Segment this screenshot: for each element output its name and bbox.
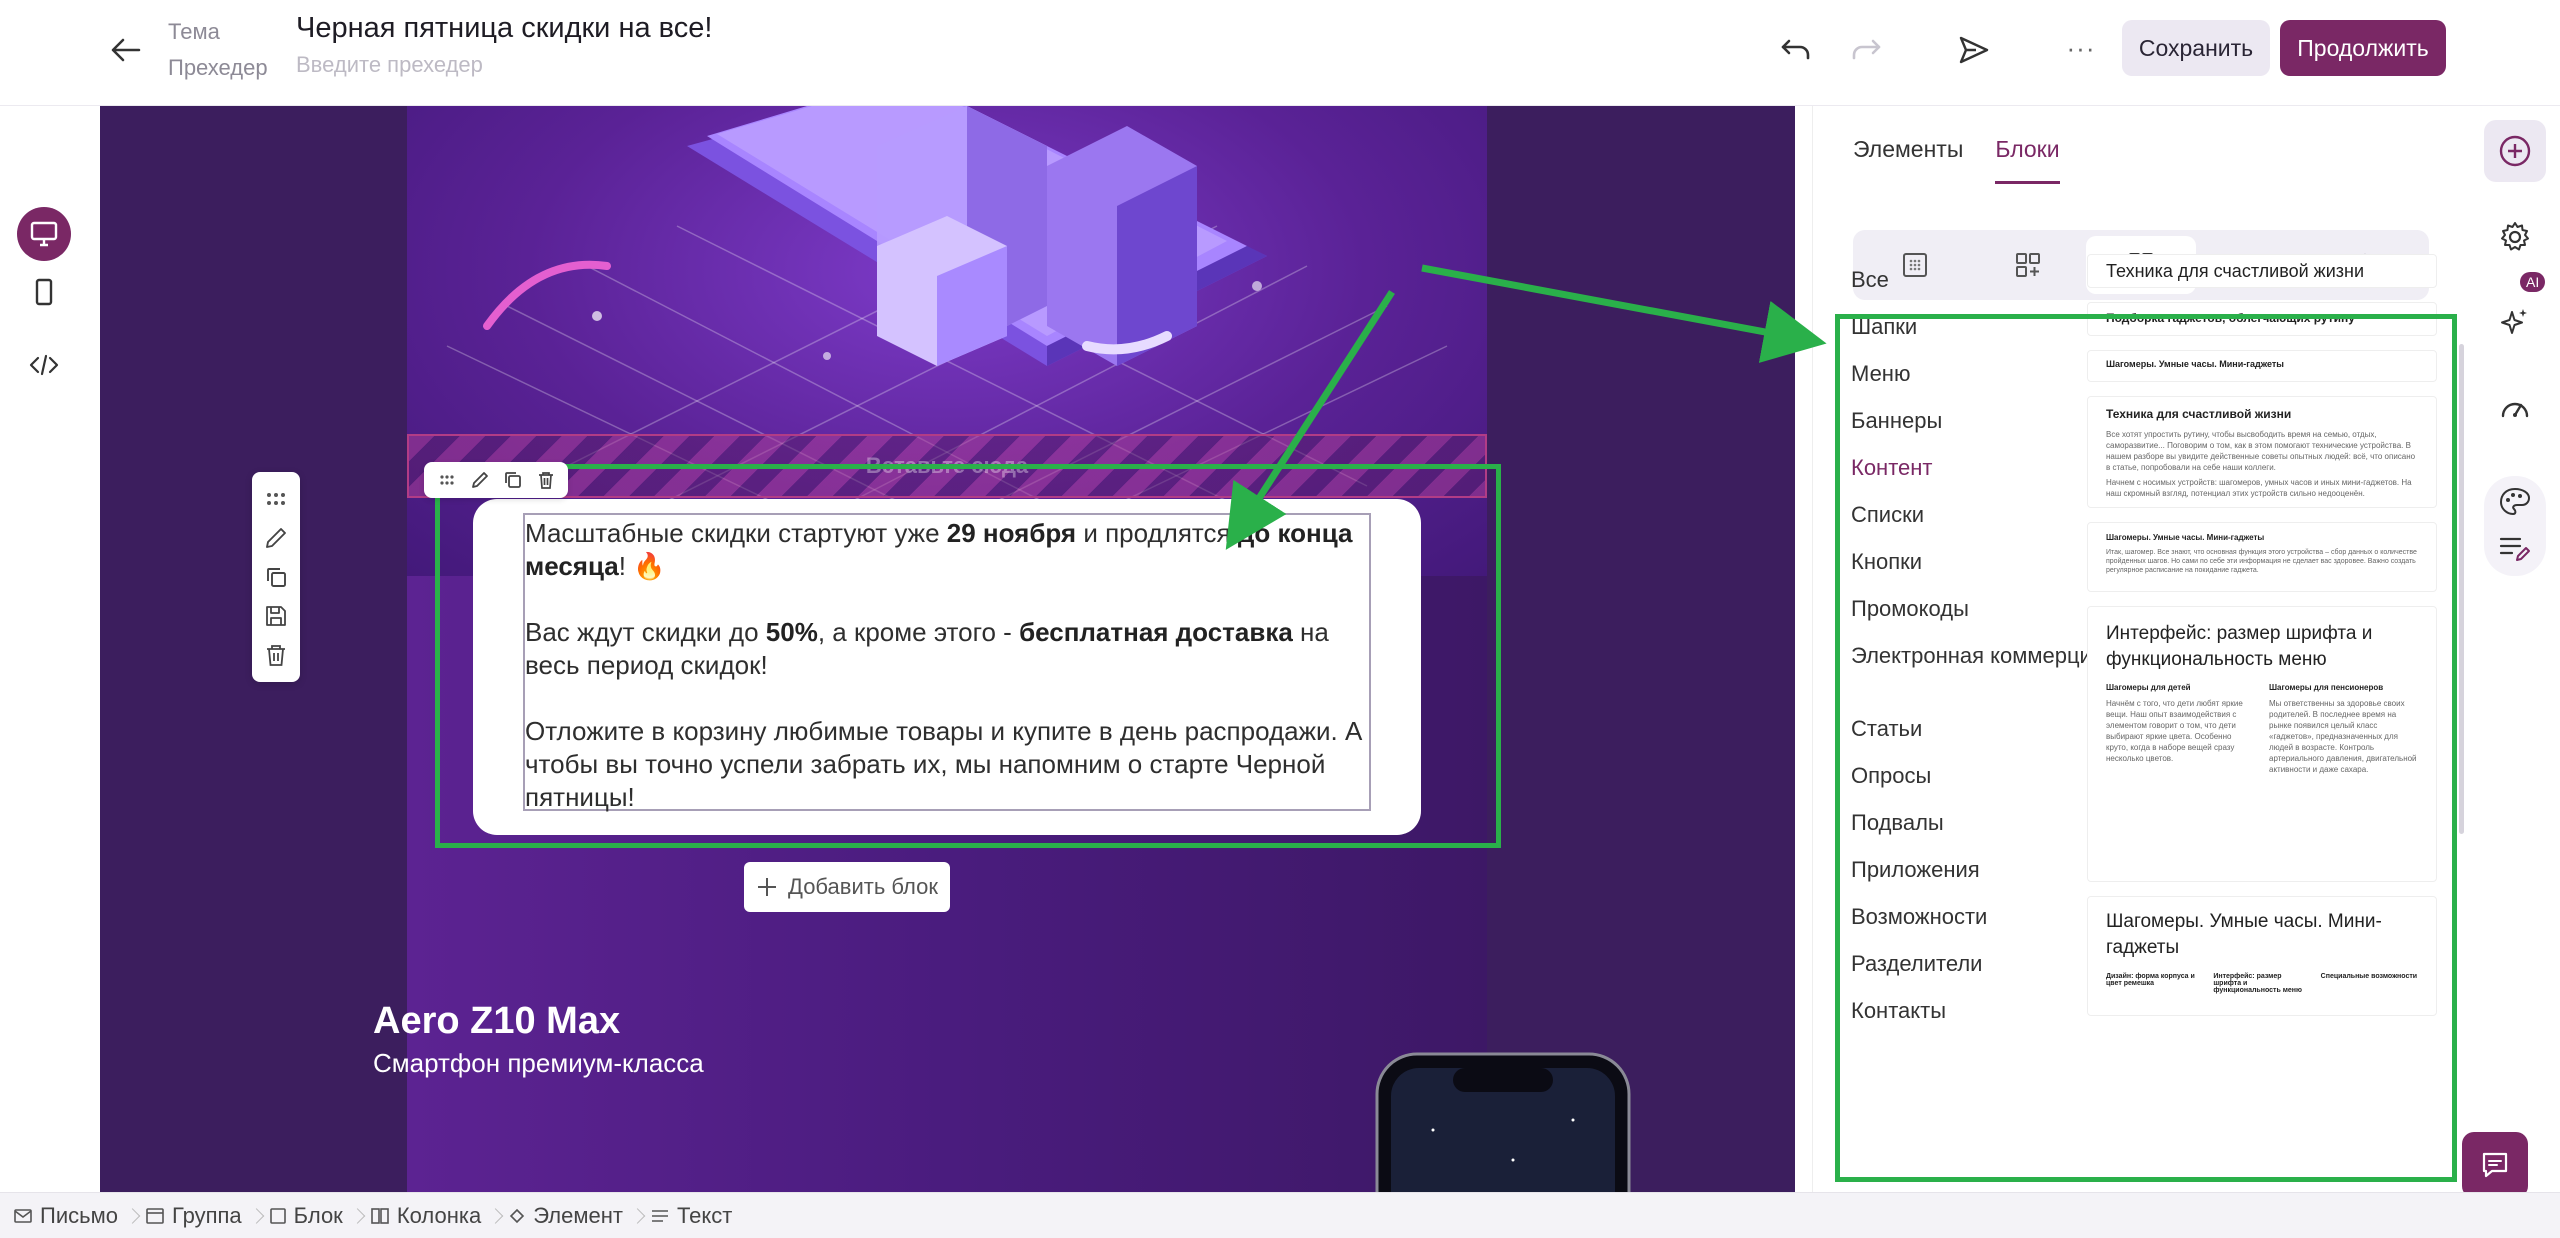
breadcrumb-label: Блок — [293, 1202, 343, 1228]
block-pencil-icon[interactable] — [260, 522, 292, 554]
category-item[interactable]: Все — [1851, 256, 2104, 303]
tab-elements[interactable]: Элементы — [1853, 136, 1963, 184]
ai-badge: AI — [2520, 272, 2546, 292]
drag-handle-icon[interactable] — [433, 466, 461, 494]
style-group — [2484, 476, 2546, 576]
chat-button[interactable] — [2462, 1132, 2528, 1198]
more-button[interactable]: ··· — [2056, 20, 2106, 76]
block-save-icon[interactable] — [260, 600, 292, 632]
desktop-view-button[interactable] — [17, 207, 71, 261]
text-edit-icon — [2499, 537, 2530, 561]
undo-button[interactable] — [1772, 26, 1820, 74]
breadcrumb: Письмо Группа Блок Колонка Элемент Текст — [0, 1192, 2560, 1238]
breadcrumb-item-group[interactable]: Группа — [146, 1203, 270, 1229]
breadcrumb-label: Письмо — [40, 1202, 118, 1228]
thumbnail-title: Техника для счастливой жизни — [2106, 261, 2364, 281]
chat-icon — [2482, 1152, 2508, 1178]
redo-button[interactable] — [1842, 26, 1890, 74]
breadcrumb-item-column[interactable]: Колонка — [371, 1203, 509, 1229]
add-block-button[interactable]: Добавить блок — [744, 862, 950, 912]
block-drag-handle-icon[interactable] — [260, 483, 292, 515]
ai-assistant-button[interactable] — [2484, 292, 2546, 354]
trash-icon[interactable] — [532, 466, 560, 494]
breadcrumb-item-text[interactable]: Текст — [651, 1203, 760, 1229]
code-view-button[interactable] — [17, 338, 71, 392]
settings-button[interactable] — [2484, 206, 2546, 268]
breadcrumb-item-element[interactable]: Элемент — [509, 1203, 651, 1229]
add-block-label: Добавить блок — [788, 874, 938, 899]
block-copy-icon[interactable] — [260, 561, 292, 593]
add-content-button[interactable] — [2484, 120, 2546, 182]
phone-illustration — [1375, 1052, 1631, 1192]
highlight-frame-library — [1835, 314, 2457, 1182]
desktop-icon — [30, 221, 58, 247]
mail-icon — [14, 1208, 32, 1223]
send-test-button[interactable] — [1950, 26, 1998, 74]
preheader-input[interactable] — [296, 52, 896, 78]
meta-labels: Тема Прехедер — [168, 14, 268, 86]
plus-icon — [758, 878, 777, 896]
breadcrumb-label: Текст — [676, 1202, 733, 1228]
pencil-icon[interactable] — [466, 466, 494, 494]
subject-field[interactable]: Черная пятница скидки на все! — [296, 8, 896, 48]
text-style-button[interactable] — [2498, 534, 2532, 569]
subject-label: Тема — [168, 19, 220, 44]
panel-scrollbar[interactable] — [2459, 344, 2464, 834]
product-subtitle[interactable]: Смартфон премиум-класса — [373, 1048, 704, 1079]
view-mode-rail — [0, 106, 100, 1192]
redo-icon — [1852, 39, 1881, 60]
sparkles-icon — [2501, 309, 2527, 334]
continue-button[interactable]: Продолжить — [2280, 20, 2446, 76]
block-toolbar — [252, 472, 300, 682]
product-image[interactable] — [1373, 1050, 1633, 1192]
product-title[interactable]: Aero Z10 Max — [373, 1000, 620, 1043]
copy-icon[interactable] — [499, 466, 527, 494]
breadcrumb-label: Колонка — [396, 1202, 482, 1228]
block-icon — [269, 1207, 286, 1224]
arrow-left-icon — [111, 38, 141, 62]
save-button[interactable]: Сохранить — [2122, 20, 2270, 76]
preheader-label: Прехедер — [168, 55, 268, 80]
undo-icon — [1781, 39, 1810, 60]
back-button[interactable] — [104, 28, 148, 72]
editor-header: Тема Прехедер Черная пятница скидки на в… — [0, 0, 2560, 106]
group-icon — [146, 1207, 164, 1224]
block-trash-icon[interactable] — [260, 639, 292, 671]
breadcrumb-label: Элемент — [533, 1202, 623, 1228]
tab-blocks[interactable]: Блоки — [1995, 136, 2060, 184]
blocks-panel: Элементы Блоки Все Шапки Меню Баннеры Контен… — [1812, 106, 2470, 1192]
element-toolbar — [424, 462, 568, 498]
breadcrumb-label: Группа — [171, 1202, 242, 1228]
palette-button[interactable] — [2498, 486, 2532, 523]
column-icon — [371, 1207, 389, 1224]
panel-tabs: Элементы Блоки — [1853, 136, 2060, 184]
gear-icon — [2501, 222, 2529, 251]
highlight-frame-block — [435, 464, 1501, 848]
performance-button[interactable] — [2484, 378, 2546, 440]
gauge-icon — [2501, 402, 2529, 418]
element-icon — [510, 1208, 525, 1223]
right-tool-rail: AI — [2470, 106, 2560, 1192]
palette-icon — [2499, 487, 2531, 516]
plus-circle-icon — [2499, 135, 2531, 167]
mobile-view-button[interactable] — [17, 265, 71, 319]
code-icon — [29, 354, 59, 376]
thumbnail-block[interactable]: Техника для счастливой жизни — [2087, 254, 2437, 288]
send-icon — [1959, 36, 1989, 64]
breadcrumb-item-block[interactable]: Блок — [269, 1202, 371, 1229]
meta-values: Черная пятница скидки на все! — [296, 8, 896, 88]
breadcrumb-item-letter[interactable]: Письмо — [14, 1203, 146, 1229]
text-icon — [651, 1209, 668, 1222]
mobile-icon — [35, 278, 53, 306]
